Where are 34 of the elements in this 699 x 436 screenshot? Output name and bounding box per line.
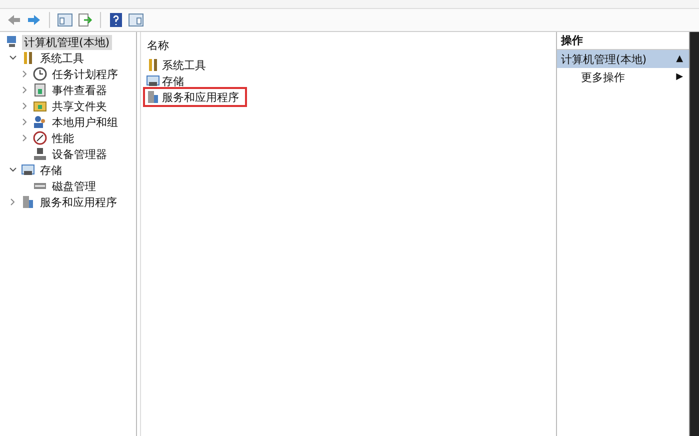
- tree-item[interactable]: 共享文件夹: [50, 98, 109, 114]
- storage-icon: [20, 162, 36, 178]
- console-tree-icon[interactable]: [57, 12, 73, 28]
- gauge-icon: [32, 130, 48, 146]
- tree-item[interactable]: 任务计划程序: [50, 66, 120, 82]
- list-item[interactable]: 服务和应用程序: [145, 89, 245, 105]
- log-icon: [32, 82, 48, 98]
- back-arrow-icon[interactable]: [6, 12, 22, 28]
- action-item[interactable]: 更多操作 ▶: [557, 68, 689, 86]
- device-icon: [32, 146, 48, 162]
- export-icon[interactable]: [77, 12, 93, 28]
- services-icon: [145, 89, 161, 105]
- tree-item[interactable]: 存储: [38, 162, 64, 178]
- tree-item[interactable]: 计算机管理(本地): [22, 34, 112, 50]
- list-item[interactable]: 系统工具: [145, 57, 212, 73]
- tree-item[interactable]: 设备管理器: [50, 146, 109, 162]
- storage-icon: [145, 73, 161, 89]
- tree-item[interactable]: 本地用户和组: [50, 114, 120, 130]
- clock-icon: [32, 66, 48, 82]
- forward-arrow-icon[interactable]: [26, 12, 42, 28]
- panel-view-icon[interactable]: [128, 12, 144, 28]
- collapse-arrow[interactable]: ▲: [676, 54, 683, 64]
- tree-item[interactable]: 系统工具: [38, 50, 86, 66]
- actions-section-header[interactable]: 计算机管理(本地) ▲: [557, 50, 689, 68]
- tree-item[interactable]: 服务和应用程序: [38, 194, 119, 210]
- column-header[interactable]: 名称: [145, 36, 552, 57]
- services-icon: [20, 194, 36, 210]
- submenu-arrow: ▶: [676, 72, 683, 82]
- list-item[interactable]: 存储: [145, 73, 190, 89]
- users-icon: [32, 114, 48, 130]
- tree-item[interactable]: 事件查看器: [50, 82, 109, 98]
- help-icon[interactable]: [108, 12, 124, 28]
- tree-item[interactable]: 磁盘管理: [50, 178, 98, 194]
- tree-item[interactable]: 性能: [50, 130, 76, 146]
